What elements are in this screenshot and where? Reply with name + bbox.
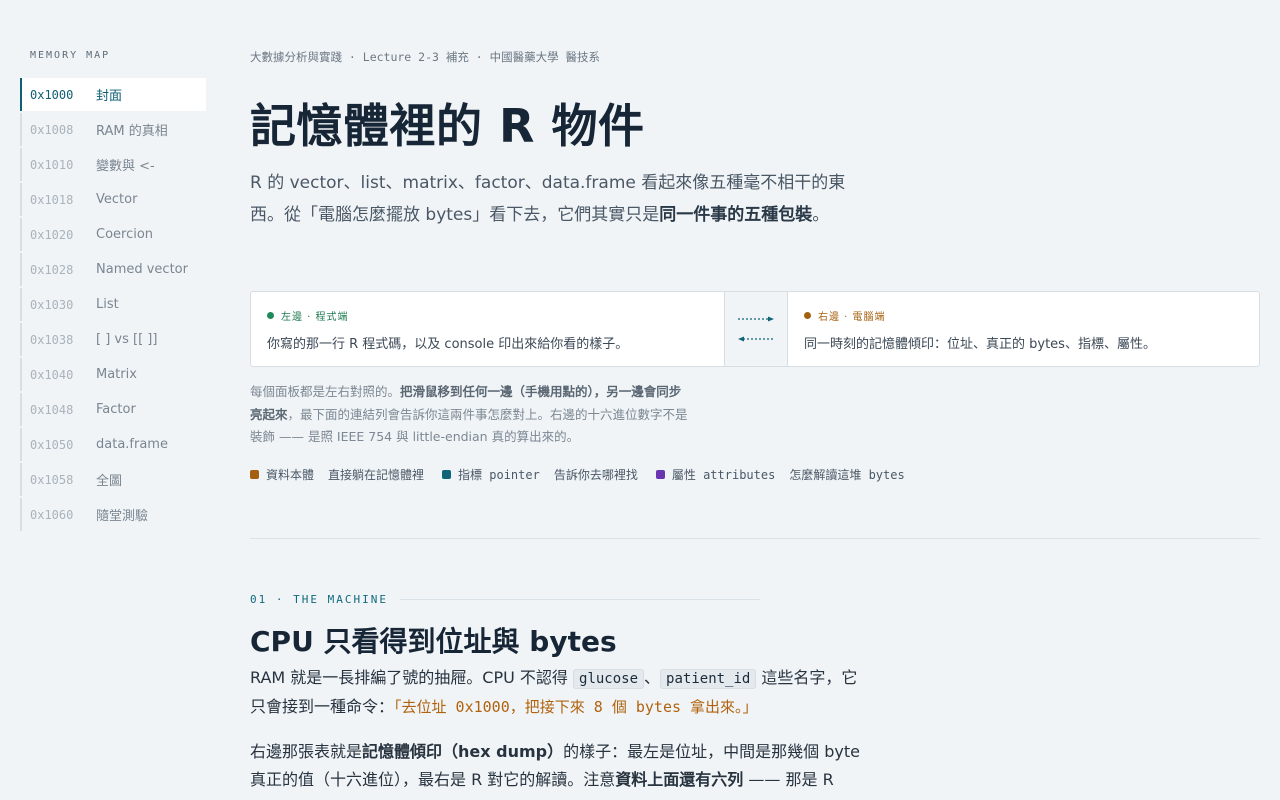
legend-item: 指標 pointer 告訴你去哪裡找 xyxy=(442,466,638,483)
section-eyebrow: 01 · THE MACHINE xyxy=(250,593,760,606)
p2-bold-1: 記憶體傾印（hex dump） xyxy=(362,742,564,761)
legend-description: 直接躺在記憶體裡 xyxy=(328,468,425,482)
sidebar-nav-list: 0x1000 封面 0x1008 RAM 的真相 0x1010 變數與 <- 0x1018 V… xyxy=(20,78,206,531)
sidebar-item-address: 0x1000 xyxy=(30,87,74,102)
right-panel-explainer[interactable]: 右邊 · 電腦端 同一時刻的記憶體傾印：位址、真正的 bytes、指標、屬性。 xyxy=(788,292,1259,366)
left-label-text: 左邊 · 程式端 xyxy=(281,312,349,323)
section-paragraph-2: 右邊那張表就是記憶體傾印（hex dump）的樣子：最左是位址，中間是那幾個 b… xyxy=(250,738,860,794)
sidebar-item-address: 0x1058 xyxy=(30,472,74,487)
sidebar-item[interactable]: 0x1000 封面 xyxy=(20,78,206,111)
right-dot-icon xyxy=(804,312,811,319)
left-description: 你寫的那一行 R 程式碼，以及 console 印出來給你看的樣子。 xyxy=(267,337,629,352)
p1-sep: 、 xyxy=(644,668,661,687)
sidebar-item[interactable]: 0x1040 Matrix xyxy=(20,358,206,391)
cpu-command-quote: 「去位址 0x1000，把接下來 8 個 bytes 拿出來。」 xyxy=(394,698,758,716)
lead-bold: 同一件事的五種包裝 xyxy=(659,204,813,225)
sidebar-item[interactable]: 0x1038 [ ] vs [[ ]] xyxy=(20,323,206,356)
legend-swatch xyxy=(250,470,259,479)
legend-swatch xyxy=(442,470,452,479)
sync-arrows xyxy=(724,292,788,366)
lead-paragraph: R 的 vector、list、matrix、factor、data.frame… xyxy=(250,168,860,231)
page-title: 記憶體裡的 R 物件 xyxy=(250,99,645,153)
sidebar-title: MEMORY MAP xyxy=(30,50,111,61)
sidebar-item-label: List xyxy=(96,297,119,312)
sidebar-item-label: Named vector xyxy=(96,262,188,277)
sidebar-item-address: 0x1020 xyxy=(30,227,74,242)
note-text-2: ，最下面的連結列會告訴你這兩件事怎麼對上。右邊的十六進位數字不是裝飾 —— 是照… xyxy=(250,406,688,445)
sidebar-item-address: 0x1028 xyxy=(30,262,74,277)
usage-note: 每個面板都是左右對照的。把滑鼠移到任何一邊（手機用點的），另一邊會同步亮起來，最… xyxy=(250,381,690,449)
sidebar-item[interactable]: 0x1060 隨堂測驗 xyxy=(20,498,206,531)
sidebar-item-address: 0x1050 xyxy=(30,437,74,452)
sidebar-item-label: 變數與 <- xyxy=(96,159,155,174)
sidebar-item[interactable]: 0x1010 變數與 <- xyxy=(20,148,206,181)
sidebar-item-address: 0x1008 xyxy=(30,122,74,137)
eyebrow-rule xyxy=(399,599,760,600)
code-patient-id: patient_id xyxy=(660,669,757,689)
sidebar-item[interactable]: 0x1028 Named vector xyxy=(20,253,206,286)
section-paragraph-1: RAM 就是一長排編了號的抽屜。CPU 不認得 glucose、 patient_… xyxy=(250,664,860,721)
sidebar-item[interactable]: 0x1030 List xyxy=(20,288,206,321)
breadcrumb: 大數據分析與實踐 · Lecture 2-3 補充 · 中國醫藥大學 醫技系 xyxy=(250,50,601,64)
sidebar-item-address: 0x1048 xyxy=(30,402,74,417)
section-eyebrow-text: 01 · THE MACHINE xyxy=(250,593,388,606)
lead-text-2: 。 xyxy=(812,204,830,225)
right-label: 右邊 · 電腦端 xyxy=(804,308,1243,323)
left-label: 左邊 · 程式端 xyxy=(267,308,708,323)
sidebar-item-label: Vector xyxy=(96,192,138,207)
p2-bold-2: 資料上面還有六列 xyxy=(615,770,744,789)
note-text-1: 每個面板都是左右對照的。 xyxy=(250,384,401,399)
sidebar-item-address: 0x1040 xyxy=(30,367,74,382)
sidebar-item-label: Coercion xyxy=(96,227,154,242)
p2-text-c: —— 那是 R xyxy=(743,770,834,789)
sidebar-item-label: 封面 xyxy=(96,89,123,104)
legend-description: 告訴你去哪裡找 xyxy=(553,468,638,482)
sidebar-item-label: data.frame xyxy=(96,437,168,452)
section-title: CPU 只看得到位址與 bytes xyxy=(250,625,617,658)
sidebar-item[interactable]: 0x1020 Coercion xyxy=(20,218,206,251)
right-label-text: 右邊 · 電腦端 xyxy=(818,312,886,323)
sidebar-item-address: 0x1018 xyxy=(30,192,74,207)
sidebar-item-label: Factor xyxy=(96,402,136,417)
legend-item: 資料本體 直接躺在記憶體裡 xyxy=(250,466,424,483)
sidebar-item[interactable]: 0x1008 RAM 的真相 xyxy=(20,113,206,146)
sidebar-item-address: 0x1038 xyxy=(30,332,74,347)
sidebar-item[interactable]: 0x1050 data.frame xyxy=(20,428,206,461)
sidebar-item-label: [ ] vs [[ ]] xyxy=(96,332,158,347)
arrow-right-icon xyxy=(738,316,774,322)
left-panel-explainer[interactable]: 左邊 · 程式端 你寫的那一行 R 程式碼，以及 console 印出來給你看的… xyxy=(251,292,724,366)
sidebar-item-label: 全圖 xyxy=(96,474,123,489)
sidebar-item-label: RAM 的真相 xyxy=(96,124,168,139)
color-legend: 資料本體 直接躺在記憶體裡 指標 pointer 告訴你去哪裡找 屬性 attribut… xyxy=(250,466,923,483)
sidebar-item-address: 0x1060 xyxy=(30,507,74,522)
arrow-left-icon xyxy=(738,336,774,342)
right-description: 同一時刻的記憶體傾印：位址、真正的 bytes、指標、屬性。 xyxy=(804,337,1156,352)
p2-text-a: 右邊那張表就是 xyxy=(250,742,363,761)
legend-swatch xyxy=(655,470,665,479)
legend-name: 屬性 attributes xyxy=(671,468,776,482)
left-dot-icon xyxy=(267,312,274,319)
code-glucose: glucose xyxy=(573,669,645,689)
sidebar-item-address: 0x1010 xyxy=(30,157,74,172)
section-divider xyxy=(250,538,1260,539)
legend-name: 資料本體 xyxy=(266,468,315,482)
memory-map-sidebar: MEMORY MAP 0x1000 封面 0x1008 RAM 的真相 0x1010 變數… xyxy=(20,44,206,533)
legend-item: 屬性 attributes 怎麼解讀這堆 bytes xyxy=(655,466,905,483)
legend-name: 指標 pointer xyxy=(458,468,540,482)
p1-text-a: RAM 就是一長排編了號的抽屜。CPU 不認得 xyxy=(250,668,574,687)
sidebar-item[interactable]: 0x1048 Factor xyxy=(20,393,206,426)
side-by-side-explainer: 左邊 · 程式端 你寫的那一行 R 程式碼，以及 console 印出來給你看的… xyxy=(250,291,1260,367)
sidebar-item-label: Matrix xyxy=(96,367,137,382)
sidebar-item-label: 隨堂測驗 xyxy=(96,509,149,524)
sidebar-item[interactable]: 0x1058 全圖 xyxy=(20,463,206,496)
sidebar-item[interactable]: 0x1018 Vector xyxy=(20,183,206,216)
sidebar-item-address: 0x1030 xyxy=(30,297,74,312)
legend-description: 怎麼解讀這堆 bytes xyxy=(789,468,905,482)
